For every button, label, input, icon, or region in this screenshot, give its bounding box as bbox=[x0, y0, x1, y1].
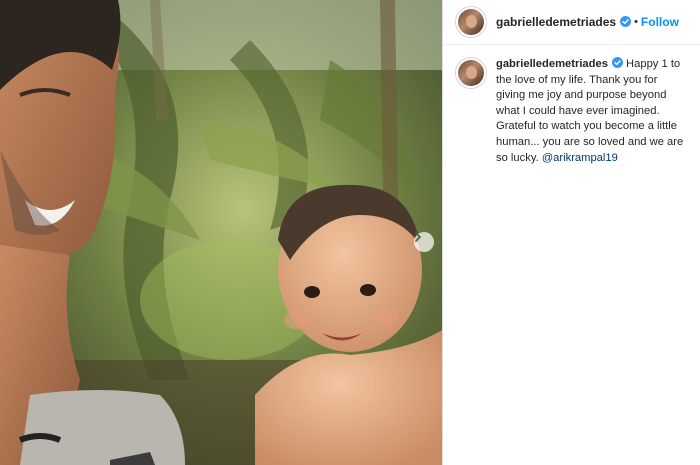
chevron-right-icon bbox=[415, 232, 422, 242]
verified-badge-icon bbox=[620, 16, 632, 27]
post-image bbox=[0, 0, 442, 465]
username-text: gabrielledemetriades bbox=[496, 15, 617, 29]
username-link[interactable]: gabrielledemetriades bbox=[496, 15, 632, 29]
mention-link[interactable]: @arikrampal19 bbox=[542, 152, 618, 164]
caption-avatar[interactable] bbox=[455, 57, 487, 89]
post-photo[interactable] bbox=[0, 0, 442, 465]
caption-username[interactable]: gabrielledemetriades bbox=[496, 58, 608, 70]
caption-text: Happy 1 to the love of my life. Thank yo… bbox=[496, 58, 684, 164]
post-side-panel: gabrielledemetriades • Follow gabrielled… bbox=[442, 0, 700, 465]
caption-row: gabrielledemetriades Happy 1 to the love… bbox=[443, 45, 700, 166]
carousel-next-button[interactable] bbox=[414, 232, 434, 252]
follow-button[interactable]: Follow bbox=[641, 15, 679, 29]
avatar[interactable] bbox=[455, 6, 487, 38]
caption: gabrielledemetriades Happy 1 to the love… bbox=[496, 57, 688, 166]
separator-dot: • bbox=[634, 16, 638, 28]
instagram-post: gabrielledemetriades • Follow gabrielled… bbox=[0, 0, 700, 465]
post-header: gabrielledemetriades • Follow bbox=[443, 0, 700, 45]
verified-badge-icon bbox=[611, 57, 623, 68]
